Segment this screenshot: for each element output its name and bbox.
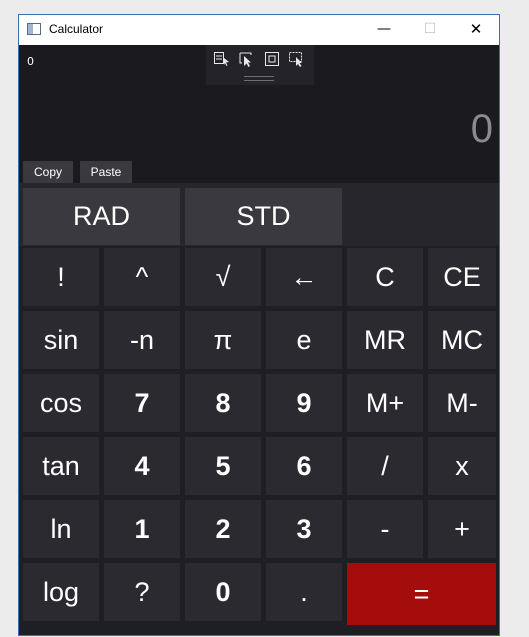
digit-8-key[interactable]: 8	[185, 374, 261, 432]
digit-3-key[interactable]: 3	[266, 500, 342, 558]
digit-9-key[interactable]: 9	[266, 374, 342, 432]
power-key[interactable]: ^	[104, 248, 180, 306]
tan-key[interactable]: tan	[23, 437, 99, 495]
window-title: Calculator	[49, 22, 104, 36]
multiply-key[interactable]: x	[428, 437, 496, 495]
result-display: 0	[470, 107, 493, 151]
cos-key[interactable]: cos	[23, 374, 99, 432]
maximize-button[interactable]: ☐	[407, 15, 453, 45]
memory-recall-key[interactable]: MR	[347, 311, 423, 369]
display-panel: 0 0 Copy Paste	[19, 45, 499, 183]
title-bar[interactable]: Calculator — ☐ ✕	[19, 15, 499, 45]
pointer-select-icon[interactable]	[238, 51, 256, 67]
square-root-key[interactable]: √	[185, 248, 261, 306]
digit-2-key[interactable]: 2	[185, 500, 261, 558]
minimize-button[interactable]: —	[361, 15, 407, 45]
minus-key[interactable]: -	[347, 500, 423, 558]
clear-entry-key[interactable]: CE	[428, 248, 496, 306]
memory-clear-key[interactable]: MC	[428, 311, 496, 369]
digit-6-key[interactable]: 6	[266, 437, 342, 495]
digit-1-key[interactable]: 1	[104, 500, 180, 558]
copy-button[interactable]: Copy	[23, 161, 73, 183]
digit-5-key[interactable]: 5	[185, 437, 261, 495]
select-element-icon[interactable]	[213, 51, 231, 67]
paste-button[interactable]: Paste	[80, 161, 132, 183]
frame-icon[interactable]	[263, 51, 281, 67]
angle-mode-button[interactable]: RAD	[23, 188, 180, 245]
ln-key[interactable]: ln	[23, 500, 99, 558]
expression-text: 0	[27, 55, 34, 68]
app-icon	[27, 23, 41, 35]
memory-subtract-key[interactable]: M-	[428, 374, 496, 432]
memory-add-key[interactable]: M+	[347, 374, 423, 432]
digit-0-key[interactable]: 0	[185, 563, 261, 621]
track-focus-icon[interactable]	[288, 51, 306, 67]
negate-key[interactable]: -n	[104, 311, 180, 369]
debug-toolbar	[206, 45, 314, 85]
sin-key[interactable]: sin	[23, 311, 99, 369]
plus-key[interactable]: +	[428, 500, 496, 558]
equals-key[interactable]: =	[347, 563, 496, 625]
mode-bar: RAD STD	[19, 183, 499, 246]
log-key[interactable]: log	[23, 563, 99, 621]
digit-7-key[interactable]: 7	[104, 374, 180, 432]
calculator-window: Calculator — ☐ ✕ 0 0 Copy Paste RAD STD	[18, 14, 500, 636]
euler-key[interactable]: e	[266, 311, 342, 369]
toolbar-grip[interactable]	[244, 76, 274, 81]
divide-key[interactable]: /	[347, 437, 423, 495]
clear-key[interactable]: C	[347, 248, 423, 306]
factorial-key[interactable]: !	[23, 248, 99, 306]
help-key[interactable]: ?	[104, 563, 180, 621]
keypad: ! ^ √ ← C CE sin -n π e MR MC cos 7 8 9 M+ M-tan 4 5 6/x ln 1 2…	[19, 248, 499, 635]
pi-key[interactable]: π	[185, 311, 261, 369]
digit-4-key[interactable]: 4	[104, 437, 180, 495]
close-button[interactable]: ✕	[453, 15, 499, 45]
backspace-key[interactable]: ←	[266, 248, 342, 306]
decimal-key[interactable]: .	[266, 563, 342, 621]
view-mode-button[interactable]: STD	[185, 188, 342, 245]
